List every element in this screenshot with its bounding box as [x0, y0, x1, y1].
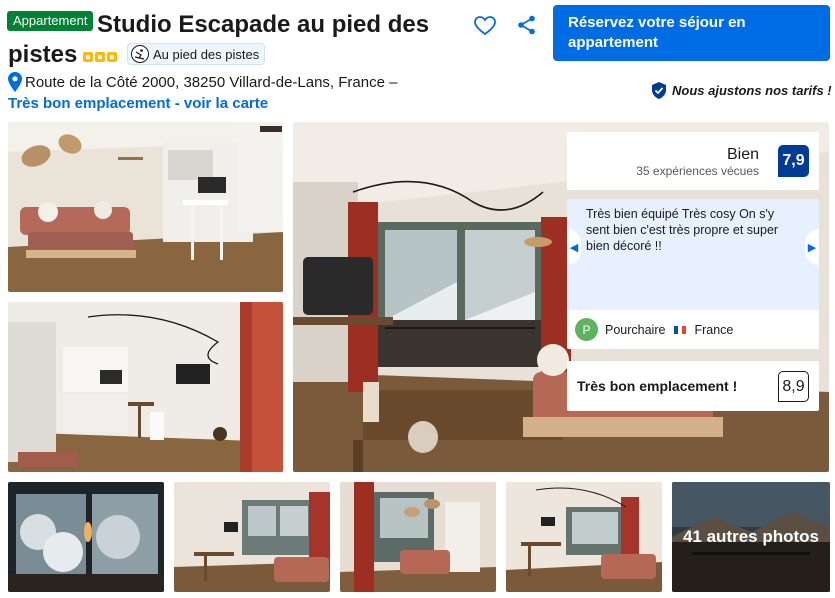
chevron-right-icon[interactable]: ▶ — [805, 229, 819, 265]
photo-kitchen[interactable] — [8, 302, 283, 472]
photo-image — [8, 122, 283, 292]
price-match[interactable]: Nous ajustons nos tarifs ! — [651, 82, 832, 99]
more-photos-thumbnail[interactable]: 41 autres photos — [672, 482, 830, 592]
ski-icon — [131, 45, 149, 63]
share-icon[interactable] — [516, 14, 538, 36]
chevron-left-icon[interactable]: ◀ — [567, 229, 581, 265]
location-score-card[interactable]: Très bon emplacement ! 8,9 — [567, 361, 819, 411]
reviewer-row: P Pourchaire France — [567, 310, 819, 349]
review-text: Très bien équipé Très cosy On s'y sent b… — [586, 207, 779, 253]
address-row: Route de la Côté 2000, 38250 Villard-de-… — [8, 72, 397, 92]
star-icon — [95, 52, 105, 62]
star-rating — [83, 52, 117, 62]
reviewer-country: France — [694, 322, 734, 337]
star-icon — [83, 52, 93, 62]
reserve-button[interactable]: Réservez votre séjour en appartement — [553, 5, 830, 61]
pin-icon — [8, 72, 22, 92]
price-match-text: Nous ajustons nos tarifs ! — [672, 83, 832, 98]
star-icon — [107, 52, 117, 62]
map-link[interactable]: Très bon emplacement - voir la carte — [8, 95, 268, 112]
review-count: 35 expériences vécues — [636, 164, 759, 178]
photo-thumbnail[interactable] — [8, 482, 164, 592]
avatar: P — [575, 318, 598, 341]
photo-image — [8, 482, 164, 592]
photo-living-room[interactable] — [8, 122, 283, 292]
france-flag-icon — [674, 325, 687, 334]
review-card: Très bien équipé Très cosy On s'y sent b… — [567, 199, 819, 349]
ski-in-badge: Au pied des pistes — [127, 43, 266, 65]
photo-thumbnail[interactable] — [506, 482, 662, 592]
score-badge: 7,9 — [778, 145, 809, 177]
heart-icon[interactable] — [473, 14, 497, 38]
photo-image — [506, 482, 662, 592]
property-type-badge: Appartement — [7, 11, 94, 31]
photo-image — [340, 482, 496, 592]
more-photos-label: 41 autres photos — [672, 482, 830, 592]
review-score-card[interactable]: Bien 35 expériences vécues 7,9 — [567, 132, 819, 190]
photo-thumbnail[interactable] — [174, 482, 330, 592]
reviewer-name: Pourchaire — [605, 322, 666, 337]
photo-thumbnail[interactable] — [340, 482, 496, 592]
location-label: Très bon emplacement ! — [577, 378, 738, 394]
shield-check-icon — [652, 82, 666, 99]
score-word: Bien — [726, 146, 759, 163]
location-score-badge: 8,9 — [778, 371, 809, 402]
ski-badge-label: Au pied des pistes — [153, 46, 260, 62]
address-text: Route de la Côté 2000, 38250 Villard-de-… — [25, 73, 398, 91]
photo-image — [8, 302, 283, 472]
photo-image — [174, 482, 330, 592]
